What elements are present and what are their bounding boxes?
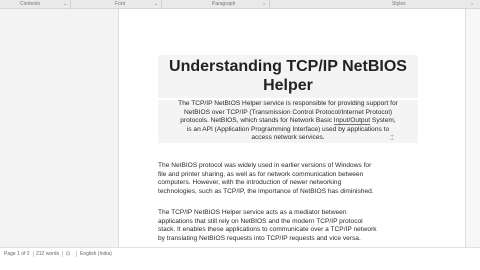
language-status[interactable]: English (India) (80, 251, 112, 257)
word-count-status[interactable]: 212 words (36, 251, 59, 257)
text-run: protocols. NetBIOS, which stands for Net… (180, 117, 334, 125)
text-line: by translating NetBIOS requests into TCP… (158, 234, 361, 242)
ribbon-divider (70, 0, 71, 9)
status-bar: Page 1 of 2 212 words ⊡ English (India) (0, 247, 480, 270)
ribbon-styles-label[interactable]: Styles (392, 1, 406, 8)
text-line: stack. It enables these applications to … (158, 226, 377, 234)
status-divider (62, 251, 63, 257)
text-line: The TCP/IP NetBIOS Helper service is res… (178, 100, 398, 107)
text-cursor-icon: ⌶ (390, 135, 395, 142)
text-line: computers. However, with the introductio… (158, 179, 342, 187)
chevron-down-icon[interactable]: ⌄ (262, 1, 266, 8)
proofing-icon[interactable]: ⊡ (66, 251, 70, 257)
chevron-down-icon[interactable]: ⌄ (63, 1, 67, 8)
text-line: protocols. NetBIOS, which stands for Net… (158, 117, 418, 126)
text-line: The TCP/IP NetBIOS Helper service acts a… (158, 209, 347, 216)
text-line: file and printer sharing, as well as for… (158, 170, 364, 178)
text-line: The NetBIOS protocol was widely used in … (158, 162, 372, 169)
chevron-down-icon[interactable]: ⌄ (154, 1, 158, 8)
right-scroll-rail[interactable] (466, 9, 480, 247)
text-line: technologies, such as TCP/IP, the import… (158, 187, 374, 195)
paragraph-mediator[interactable]: The TCP/IP NetBIOS Helper service acts a… (158, 209, 418, 243)
word-processor-window: Contents ⌄ Font ⌄ Paragraph ⌄ Styles ⌄ U… (0, 0, 480, 270)
ribbon-font-label[interactable]: Font (115, 1, 125, 8)
ribbon-contents-label[interactable]: Contents (20, 1, 40, 8)
title-line: Helper (263, 77, 313, 94)
chevron-down-icon[interactable]: ⌄ (470, 1, 474, 8)
ribbon-paragraph-label[interactable]: Paragraph (212, 1, 235, 8)
page-count-status[interactable]: Page 1 of 2 (4, 251, 30, 257)
text-line: is an API (Application Programming Inter… (186, 125, 390, 133)
status-divider (76, 251, 77, 257)
spellcheck-underlined-text: Input/Output (333, 117, 371, 126)
style-ribbon: Contents ⌄ Font ⌄ Paragraph ⌄ Styles ⌄ (0, 0, 480, 9)
ribbon-divider (269, 0, 270, 9)
title-line: Understanding TCP/IP NetBIOS (169, 58, 407, 75)
paragraph-history[interactable]: The NetBIOS protocol was widely used in … (158, 162, 418, 196)
text-run: System, (370, 117, 396, 125)
text-line: access network services. (251, 134, 325, 142)
document-title[interactable]: Understanding TCP/IP NetBIOS Helper (158, 55, 418, 98)
paragraph-intro[interactable]: The TCP/IP NetBIOS Helper service is res… (158, 100, 418, 143)
text-line: NetBIOS over TCP/IP (Transmission Contro… (183, 108, 393, 116)
status-divider (33, 251, 34, 257)
ribbon-divider (161, 0, 162, 9)
text-line: applications that still rely on NetBIOS … (158, 217, 363, 225)
